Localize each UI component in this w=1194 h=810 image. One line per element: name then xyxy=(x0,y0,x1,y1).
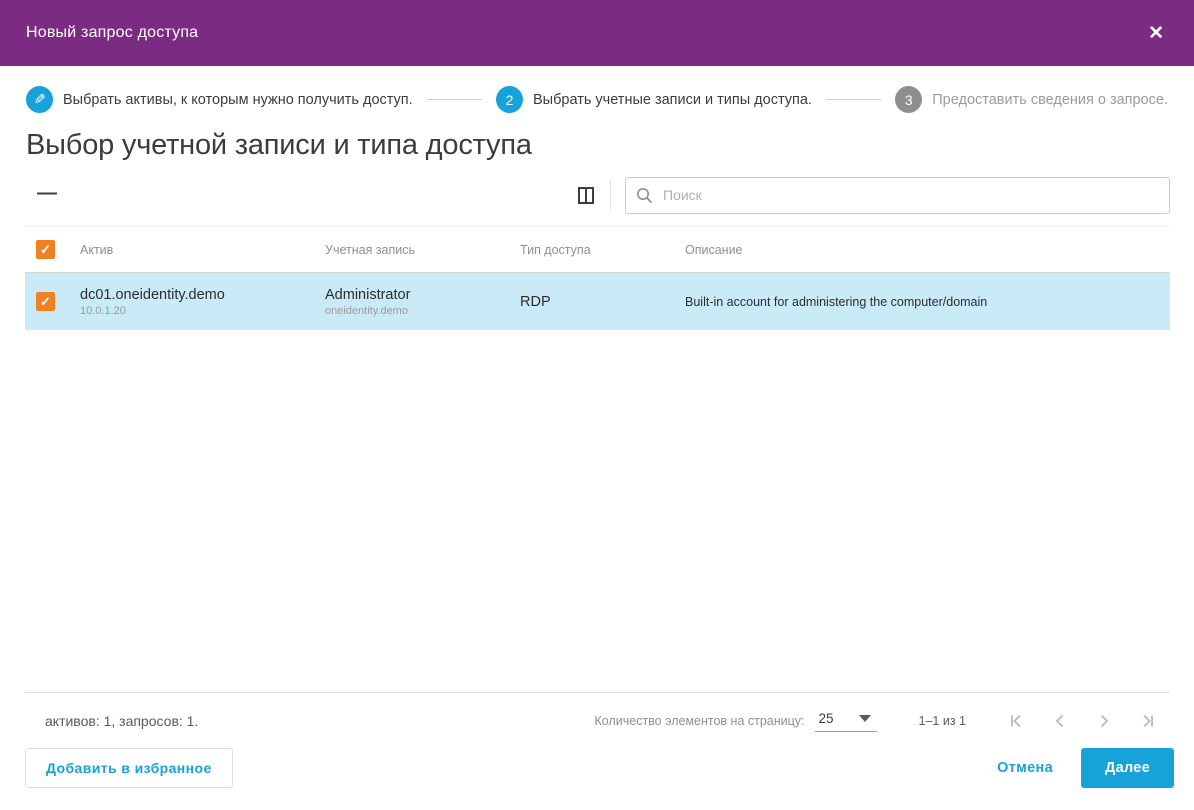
column-chooser-icon[interactable] xyxy=(578,186,594,204)
check-icon: ✓ xyxy=(40,241,51,257)
first-page-button[interactable] xyxy=(994,706,1038,736)
step-2-label: Выбрать учетные записи и типы доступа. xyxy=(532,91,812,108)
page-title: Выбор учетной записи и типа доступа xyxy=(26,129,532,161)
step-3: 3 Предоставить сведения о запросе. xyxy=(895,86,1168,113)
page-size-value: 25 xyxy=(818,711,834,726)
step-1-circle: ✎ xyxy=(26,86,53,113)
pagination xyxy=(994,706,1170,736)
column-header-asset[interactable]: Актив xyxy=(80,243,325,257)
toolbar-divider xyxy=(610,180,611,210)
results-table: ✓ Актив Учетная запись Тип доступа Описа… xyxy=(25,226,1170,330)
step-2-circle: 2 xyxy=(495,86,523,113)
step-3-circle: 3 xyxy=(895,86,923,113)
cell-account: Administrator oneidentity.demo xyxy=(325,287,520,317)
footer-bar: активов: 1, запросов: 1. Количество элем… xyxy=(25,693,1170,748)
step-1-label: Выбрать активы, к которым нужно получить… xyxy=(63,91,413,108)
empty-area xyxy=(0,330,1194,692)
chevron-down-icon xyxy=(858,715,871,722)
previous-page-button[interactable] xyxy=(1038,706,1082,736)
asset-ip: 10.0.1.20 xyxy=(80,304,126,317)
column-header-account[interactable]: Учетная запись xyxy=(325,243,520,257)
wizard-stepper: ✎ Выбрать активы, к которым нужно получи… xyxy=(26,86,1168,113)
close-icon[interactable]: ✕ xyxy=(1144,20,1168,47)
column-header-description[interactable]: Описание xyxy=(685,243,1170,257)
search-box[interactable] xyxy=(625,176,1170,214)
cell-access-type: RDP xyxy=(520,293,551,310)
page-size-select[interactable]: 25 xyxy=(814,709,877,732)
add-favorite-button[interactable]: Добавить в избранное xyxy=(25,748,233,788)
page-size-label: Количество элементов на страницу: xyxy=(594,713,805,728)
next-page-button[interactable] xyxy=(1082,706,1126,736)
select-all-checkbox[interactable]: ✓ xyxy=(36,240,55,259)
pencil-icon: ✎ xyxy=(33,91,46,107)
last-page-button[interactable] xyxy=(1126,706,1170,736)
column-header-access-type[interactable]: Тип доступа xyxy=(520,243,685,257)
asset-name: dc01.oneidentity.demo xyxy=(80,286,225,303)
deselect-all-icon[interactable]: — xyxy=(25,183,69,207)
first-page-icon xyxy=(1011,714,1021,727)
step-3-label: Предоставить сведения о запросе. xyxy=(932,91,1169,108)
actions-bar: Добавить в избранное Отмена Далее xyxy=(0,748,1194,810)
check-icon: ✓ xyxy=(40,293,51,309)
search-icon xyxy=(637,187,653,203)
last-page-icon xyxy=(1143,714,1153,727)
row-checkbox[interactable]: ✓ xyxy=(36,292,55,311)
cell-description: Built-in account for administering the c… xyxy=(685,294,988,309)
account-domain: oneidentity.demo xyxy=(325,304,408,317)
dialog-title: Новый запрос доступа xyxy=(26,24,199,41)
cell-asset: dc01.oneidentity.demo 10.0.1.20 xyxy=(80,287,325,317)
next-page-icon xyxy=(1100,714,1109,727)
previous-page-icon xyxy=(1055,714,1064,727)
table-header-row: ✓ Актив Учетная запись Тип доступа Описа… xyxy=(25,226,1170,273)
step-1[interactable]: ✎ Выбрать активы, к которым нужно получи… xyxy=(26,86,413,113)
table-row[interactable]: ✓ dc01.oneidentity.demo 10.0.1.20 Admini… xyxy=(25,273,1170,330)
page-range-label: 1–1 из 1 xyxy=(918,713,966,728)
account-name: Administrator xyxy=(325,286,411,303)
step-connector xyxy=(426,99,482,100)
search-input[interactable] xyxy=(663,187,1159,203)
step-connector xyxy=(825,99,882,100)
selection-summary: активов: 1, запросов: 1. xyxy=(45,712,199,729)
cancel-button[interactable]: Отмена xyxy=(997,760,1053,776)
table-toolbar: — xyxy=(25,176,1170,214)
next-button[interactable]: Далее xyxy=(1080,748,1174,788)
step-2[interactable]: 2 Выбрать учетные записи и типы доступа. xyxy=(495,86,812,113)
dialog-header: Новый запрос доступа ✕ xyxy=(0,0,1194,66)
